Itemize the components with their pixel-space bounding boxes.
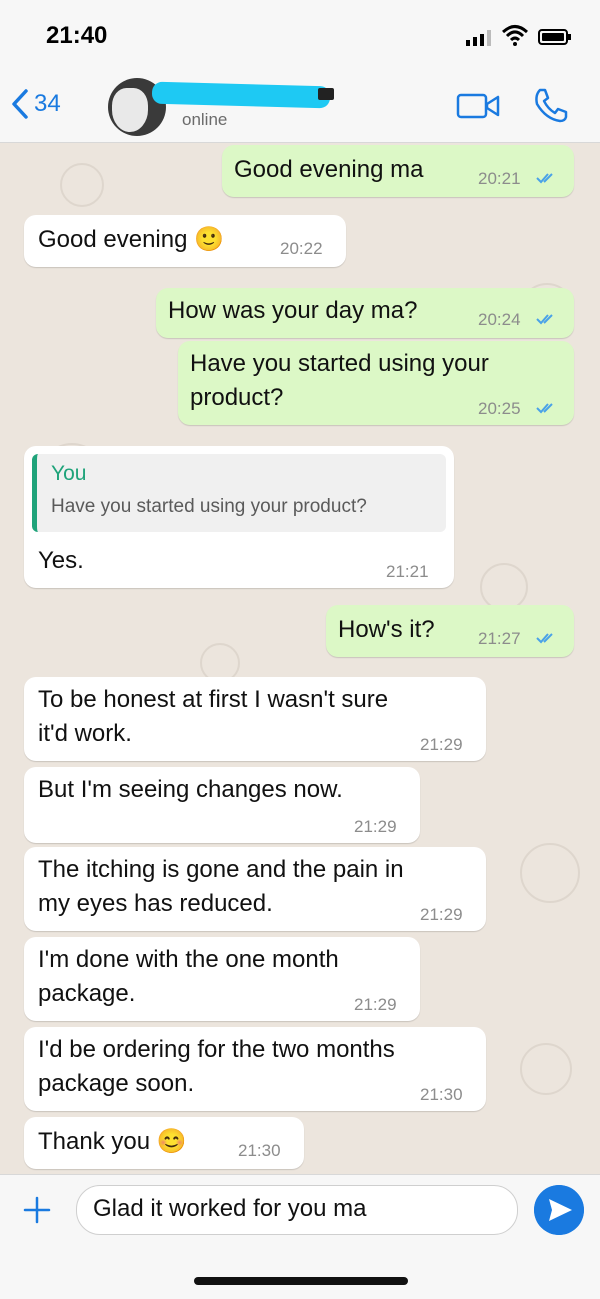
signal-icon <box>466 30 491 46</box>
message-input-text: Glad it worked for you ma <box>93 1195 367 1222</box>
message-time: 21:27 <box>478 629 521 648</box>
message-bubble-incoming[interactable]: I'd be ordering for the two months packa… <box>24 1027 486 1111</box>
message-bubble-incoming[interactable]: The itching is gone and the pain in my e… <box>24 847 486 931</box>
message-bubble-outgoing[interactable]: How's it? 21:27 <box>326 605 574 657</box>
redacted-contact-name <box>151 81 331 109</box>
message-time: 21:29 <box>354 995 397 1014</box>
message-time: 21:30 <box>420 1085 463 1104</box>
message-bubble-incoming[interactable]: Good evening 🙂 20:22 <box>24 215 346 267</box>
quoted-message[interactable]: You Have you started using your product? <box>32 454 446 532</box>
status-time: 21:40 <box>46 22 108 49</box>
chat-header: 34 online <box>0 70 600 143</box>
message-time: 20:24 <box>478 310 521 329</box>
message-text: But I'm seeing changes now. <box>38 776 343 803</box>
quoted-text: Have you started using your product? <box>51 496 367 517</box>
battery-icon <box>538 29 571 45</box>
message-text: Good evening ma <box>234 156 424 183</box>
message-text: To be honest at first I wasn't sure it'd… <box>38 686 389 747</box>
message-text: Good evening 🙂 <box>38 226 224 253</box>
double-check-icon <box>536 633 553 644</box>
redaction-mark <box>318 88 334 100</box>
message-bubble-outgoing[interactable]: How was your day ma? 20:24 <box>156 288 574 338</box>
back-chevron-icon <box>12 89 28 119</box>
message-input[interactable]: Glad it worked for you ma <box>76 1185 518 1235</box>
message-text: Thank you 😊 <box>38 1128 187 1155</box>
unread-count: 34 <box>34 90 61 117</box>
status-bar: 21:40 <box>0 0 600 70</box>
message-text: I'd be ordering for the two months packa… <box>38 1036 395 1097</box>
message-bubble-incoming[interactable]: But I'm seeing changes now. 21:29 <box>24 767 420 843</box>
message-bubble-incoming[interactable]: To be honest at first I wasn't sure it'd… <box>24 677 486 761</box>
message-time: 21:29 <box>420 735 463 754</box>
home-indicator[interactable] <box>194 1277 408 1285</box>
message-time: 21:21 <box>386 562 429 581</box>
message-time: 21:30 <box>238 1141 281 1160</box>
message-text: The itching is gone and the pain in my e… <box>38 856 404 917</box>
composer-bar: Glad it worked for you ma <box>0 1174 600 1299</box>
message-bubble-outgoing[interactable]: Have you started using your product? 20:… <box>178 341 574 425</box>
message-time: 21:29 <box>420 905 463 924</box>
video-call-icon[interactable] <box>456 92 500 120</box>
double-check-icon <box>536 173 553 184</box>
message-bubble-incoming[interactable]: Thank you 😊 21:30 <box>24 1117 304 1169</box>
wifi-icon <box>502 25 528 46</box>
message-time: 21:29 <box>354 817 397 836</box>
double-check-icon <box>536 403 553 414</box>
presence-status: online <box>182 110 228 129</box>
message-text: Have you started using your product? <box>190 350 489 411</box>
quoted-author: You <box>51 462 87 485</box>
message-text: How was your day ma? <box>168 297 418 324</box>
plus-icon[interactable] <box>22 1195 52 1225</box>
message-list[interactable]: Good evening ma 20:21 Good evening 🙂 20:… <box>0 143 600 1173</box>
message-bubble-outgoing[interactable]: Good evening ma 20:21 <box>222 145 574 197</box>
double-check-icon <box>536 314 553 325</box>
message-text: Yes. <box>38 547 84 574</box>
phone-call-icon[interactable] <box>532 86 570 124</box>
back-button[interactable]: 34 <box>10 86 61 122</box>
send-icon[interactable] <box>534 1185 584 1235</box>
message-text: How's it? <box>338 616 435 643</box>
message-bubble-incoming[interactable]: You Have you started using your product?… <box>24 446 454 588</box>
message-time: 20:22 <box>280 239 323 258</box>
message-time: 20:21 <box>478 169 521 188</box>
message-text: I'm done with the one month package. <box>38 946 339 1007</box>
message-bubble-incoming[interactable]: I'm done with the one month package. 21:… <box>24 937 420 1021</box>
message-time: 20:25 <box>478 399 521 418</box>
